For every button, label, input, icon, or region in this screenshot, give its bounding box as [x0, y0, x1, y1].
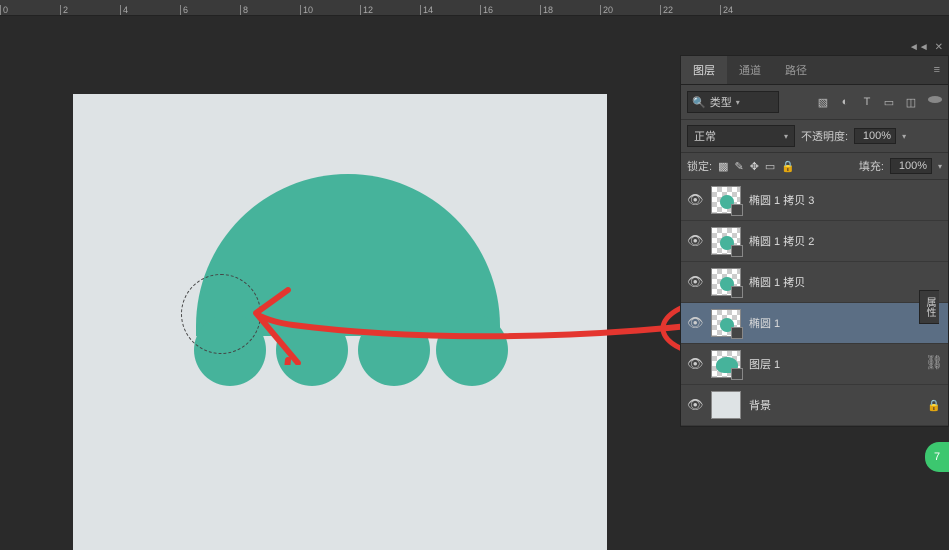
layer-thumbnail[interactable]	[711, 309, 741, 337]
lock-label: 锁定:	[687, 158, 712, 174]
link-icon[interactable]: ⛓	[925, 354, 943, 371]
lock-all-icon[interactable]: 🔒	[781, 160, 795, 173]
layer-row[interactable]: 👁 椭圆 1 拷贝 3	[681, 180, 948, 221]
layer-row[interactable]: 👁 图层 1	[681, 344, 948, 385]
visibility-toggle[interactable]: 👁	[687, 356, 703, 372]
layer-row[interactable]: 👁 椭圆 1	[681, 303, 948, 344]
lock-position-icon[interactable]: ✥	[750, 160, 759, 173]
search-icon: 🔍	[692, 96, 706, 109]
layer-row[interactable]: 👁 椭圆 1 拷贝 2	[681, 221, 948, 262]
visibility-toggle[interactable]: 👁	[687, 274, 703, 290]
fill-label: 填充:	[859, 158, 884, 174]
filter-toggle[interactable]	[928, 96, 942, 103]
filter-pixel-icon[interactable]: ▧	[816, 96, 830, 109]
lock-brush-icon[interactable]: ✎	[734, 160, 743, 173]
layer-name[interactable]: 椭圆 1 拷贝 3	[749, 192, 942, 208]
visibility-toggle[interactable]: 👁	[687, 233, 703, 249]
lock-transparent-icon[interactable]: ▩	[718, 160, 728, 173]
filter-shape-icon[interactable]: ▭	[882, 96, 896, 109]
layer-thumbnail[interactable]	[711, 268, 741, 296]
layer-thumbnail[interactable]	[711, 391, 741, 419]
layer-thumbnail[interactable]	[711, 350, 741, 378]
chevron-down-icon[interactable]: ▾	[938, 162, 942, 171]
panel-tabs: 图层 通道 路径 ≡	[681, 56, 948, 85]
chevron-down-icon[interactable]: ▾	[902, 132, 906, 141]
tab-paths[interactable]: 路径	[773, 56, 819, 84]
blend-row: 正常 ▾ 不透明度: 100% ▾	[681, 120, 948, 153]
tab-channels[interactable]: 通道	[727, 56, 773, 84]
collapse-icon[interactable]: ◄◄	[909, 42, 929, 53]
layers-list: 👁 椭圆 1 拷贝 3 👁 椭圆 1 拷贝 2 👁 椭圆 1 拷贝 👁 椭圆 1 👁 图层 1 👁 背…	[681, 180, 948, 426]
panel-menu-icon[interactable]: ≡	[926, 64, 948, 76]
close-icon[interactable]: ✕	[935, 42, 943, 53]
filter-smart-icon[interactable]: ◫	[904, 96, 918, 109]
marquee-selection[interactable]	[181, 274, 261, 354]
layer-name[interactable]: 椭圆 1	[749, 315, 942, 331]
blend-mode-value: 正常	[694, 128, 716, 144]
visibility-toggle[interactable]: 👁	[687, 315, 703, 331]
lock-row: 锁定: ▩ ✎ ✥ ▭ 🔒 填充: 100% ▾	[681, 153, 948, 180]
layer-thumbnail[interactable]	[711, 227, 741, 255]
panel-window-controls: ◄◄ ✕	[680, 40, 949, 55]
tab-layers[interactable]: 图层	[681, 56, 727, 84]
filter-adjust-icon[interactable]: ◐	[838, 96, 852, 109]
layer-name[interactable]: 背景	[749, 397, 918, 413]
canvas[interactable]	[73, 94, 607, 550]
layer-row[interactable]: 👁 背景 🔒	[681, 385, 948, 426]
filter-kind-label: 类型	[710, 94, 732, 110]
collapsed-panels: 属性	[919, 290, 949, 328]
panels-right: ◄◄ ✕ 图层 通道 路径 ≡ 🔍 类型 ▾ ▧ ◐ T ▭ ◫	[680, 40, 949, 427]
layer-name[interactable]: 椭圆 1 拷贝 2	[749, 233, 942, 249]
fill-input[interactable]: 100%	[890, 158, 932, 174]
opacity-input[interactable]: 100%	[854, 128, 896, 144]
chevron-down-icon: ▾	[784, 132, 788, 141]
layer-name[interactable]: 椭圆 1 拷贝	[749, 274, 942, 290]
visibility-toggle[interactable]: 👁	[687, 192, 703, 208]
workspace	[0, 16, 680, 550]
filter-type-icon[interactable]: T	[860, 96, 874, 109]
blend-mode-select[interactable]: 正常 ▾	[687, 125, 795, 147]
layers-panel: 图层 通道 路径 ≡ 🔍 类型 ▾ ▧ ◐ T ▭ ◫ 正常 ▾	[680, 55, 949, 427]
layer-row[interactable]: 👁 椭圆 1 拷贝	[681, 262, 948, 303]
layer-name[interactable]: 图层 1	[749, 356, 942, 372]
ruler-horizontal: 024681012141618202224	[0, 0, 949, 16]
opacity-label: 不透明度:	[801, 128, 848, 144]
layer-thumbnail[interactable]	[711, 186, 741, 214]
lock-artboard-icon[interactable]: ▭	[765, 160, 775, 173]
filter-kind-select[interactable]: 🔍 类型 ▾	[687, 91, 779, 113]
visibility-toggle[interactable]: 👁	[687, 397, 703, 413]
properties-panel-tab[interactable]: 属性	[919, 290, 939, 324]
chevron-down-icon: ▾	[736, 98, 740, 107]
filter-type-icons: ▧ ◐ T ▭ ◫	[816, 96, 942, 109]
layer-filter-row: 🔍 类型 ▾ ▧ ◐ T ▭ ◫	[681, 85, 948, 120]
notification-badge[interactable]: 7	[925, 442, 949, 472]
lock-icon[interactable]: 🔒	[926, 399, 942, 412]
